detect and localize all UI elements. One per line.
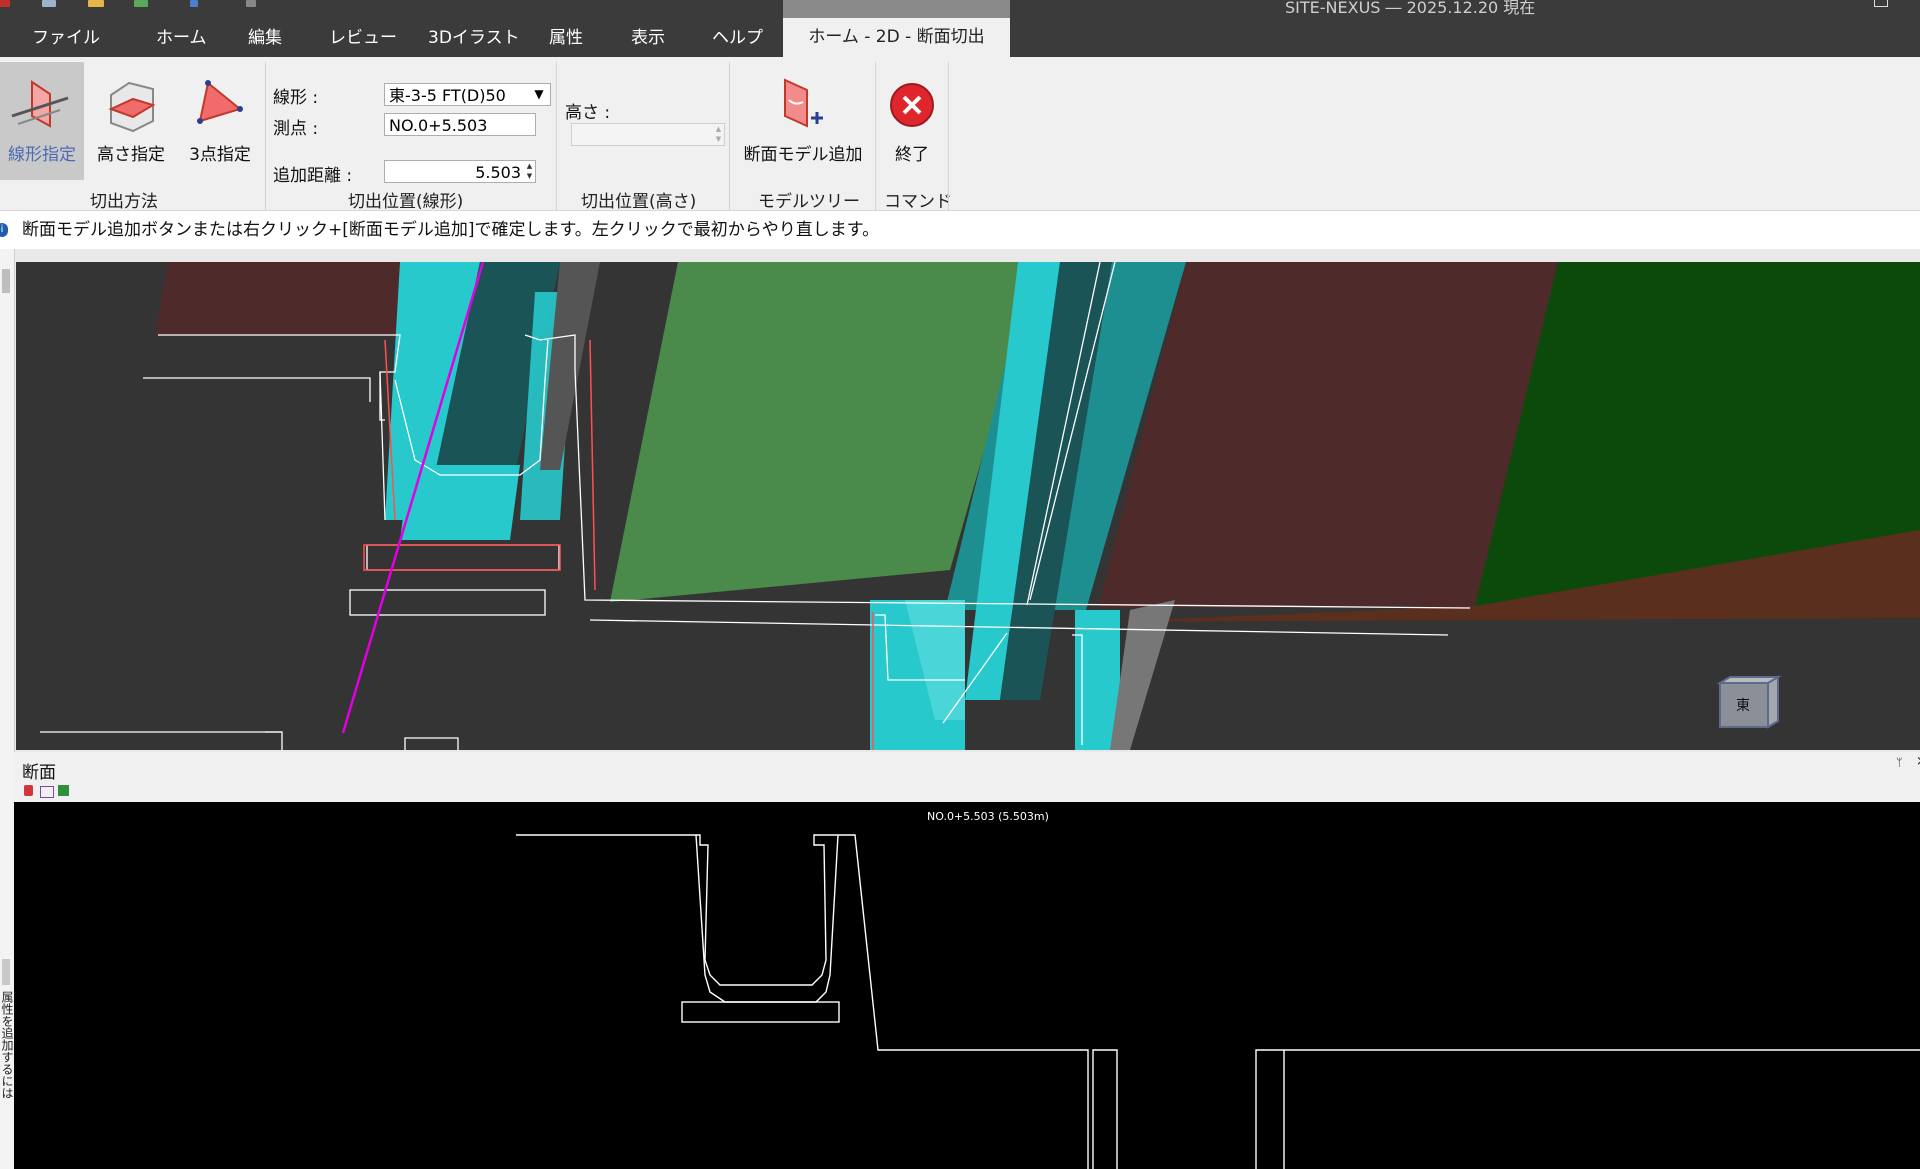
spin-arrows-icon[interactable]: ▲ ▼ (524, 161, 535, 182)
open-folder-icon[interactable] (88, 0, 104, 7)
group-label-command: コマンド (884, 192, 952, 212)
tab-view[interactable]: 表示 (631, 23, 665, 48)
restore-window-icon[interactable] (1874, 0, 1888, 7)
group-label-cut-method: 切出方法 (90, 192, 158, 212)
section-drawing (516, 834, 1920, 1169)
ribbon-separator (729, 62, 730, 210)
height-cut-button[interactable]: 高さ指定 (90, 62, 172, 180)
alignment-select-value: 東-3-5 FT(D)50 (389, 86, 506, 105)
spin-arrows-icon[interactable]: ▲ ▼ (713, 124, 724, 145)
menu-bar: SITE-NEXUS ― 2025.12.20 現在 ファイル ホーム 編集 レ… (0, 0, 1920, 57)
info-icon: i (0, 223, 8, 237)
add-section-model-button[interactable]: 断面モデル追加 (737, 62, 869, 180)
exit-label: 終了 (895, 145, 929, 165)
tab-edit[interactable]: 編集 (248, 23, 282, 48)
add-section-model-label: 断面モデル追加 (743, 145, 863, 165)
alignment-field-label: 線形 : (273, 88, 319, 108)
group-label-cut-position-alignment: 切出位置(線形) (348, 192, 464, 212)
nav-cube[interactable]: 東 (1716, 675, 1782, 733)
alignment-select[interactable]: 東-3-5 FT(D)50 ▼ (384, 83, 551, 106)
close-icon (890, 83, 934, 127)
context-tab-group-header (783, 0, 1010, 18)
nav-cube-face-label: 東 (1736, 698, 1750, 714)
station-field-label: 測点 : (273, 119, 319, 139)
add-distance-value: 5.503 (475, 163, 521, 182)
tab-review[interactable]: レビュー (329, 23, 397, 48)
new-file-icon[interactable] (42, 0, 56, 7)
ribbon-separator (556, 62, 557, 210)
chevron-down-icon[interactable]: ▼ (530, 84, 548, 105)
save-icon[interactable] (58, 785, 69, 796)
add-distance-stepper[interactable]: 5.503 ▲ ▼ (384, 160, 536, 183)
app-icon[interactable] (0, 0, 10, 7)
height-stepper[interactable]: ▲ ▼ (571, 123, 725, 146)
info-bar: i 断面モデル追加ボタンまたは右クリック+[断面モデル追加]で確定します。左クリ… (0, 211, 1920, 249)
station-input[interactable]: NO.0+5.503 (384, 113, 536, 136)
redo-icon[interactable] (246, 0, 256, 7)
three-point-cut-button[interactable]: 3点指定 (178, 62, 262, 180)
three-point-cut-icon (197, 80, 243, 124)
pin-icon[interactable]: ᛘ (1896, 756, 1903, 769)
exit-button[interactable]: 終了 (882, 62, 942, 180)
pin-icon[interactable] (2, 269, 10, 293)
section-panel-header: 断面 ᛘ × (14, 752, 1920, 804)
tab-help[interactable]: ヘルプ (712, 23, 763, 48)
close-panel-icon[interactable]: × (1916, 754, 1920, 769)
fit-view-icon[interactable] (40, 786, 54, 798)
section-viewport[interactable]: NO.0+5.503 (5.503m) (14, 802, 1920, 1169)
tab-home[interactable]: ホーム (156, 23, 207, 48)
group-label-model-tree: モデルツリー (758, 192, 860, 212)
add-section-model-icon (784, 78, 823, 128)
save-icon[interactable] (134, 0, 148, 7)
ribbon: 線形指定 高さ指定 3点指定 切出方法 線形 : 東-3-5 FT(D)50 ▼… (0, 57, 1920, 212)
3d-viewport[interactable] (16, 262, 1920, 750)
alignment-cut-icon (11, 80, 69, 128)
add-distance-label: 追加距離 : (273, 166, 353, 186)
undo-icon[interactable] (190, 0, 198, 7)
ribbon-separator (265, 62, 266, 210)
side-tab-handle[interactable] (2, 959, 10, 985)
ribbon-separator (948, 62, 949, 210)
app-title: SITE-NEXUS ― 2025.12.20 現在 (1285, 0, 1536, 17)
tab-attribute[interactable]: 属性 (549, 23, 583, 48)
three-point-cut-label: 3点指定 (189, 145, 251, 165)
3d-scene (40, 262, 1920, 750)
info-message: 断面モデル追加ボタンまたは右クリック+[断面モデル追加]で確定します。左クリック… (22, 220, 880, 240)
section-view-label: NO.0+5.503 (5.503m) (927, 810, 1049, 823)
lock-icon[interactable] (24, 785, 33, 796)
alignment-cut-label: 線形指定 (8, 145, 76, 165)
alignment-cut-button[interactable]: 線形指定 (0, 62, 84, 180)
group-label-cut-position-height: 切出位置(高さ) (581, 192, 697, 212)
height-cut-icon (108, 81, 156, 133)
tab-section-cut[interactable]: ホーム - 2D - 断面切出 (783, 18, 1010, 57)
left-side-panel[interactable]: 属性を追加するには (0, 249, 15, 1169)
tab-3d-illust[interactable]: 3Dイラスト (428, 23, 520, 48)
side-panel-text: 属性を追加するには (0, 991, 14, 1099)
height-cut-label: 高さ指定 (97, 145, 165, 165)
ribbon-separator (875, 62, 876, 210)
tab-file[interactable]: ファイル (32, 23, 100, 48)
section-panel-title: 断面 (22, 763, 56, 783)
height-field-label: 高さ : (565, 103, 611, 123)
